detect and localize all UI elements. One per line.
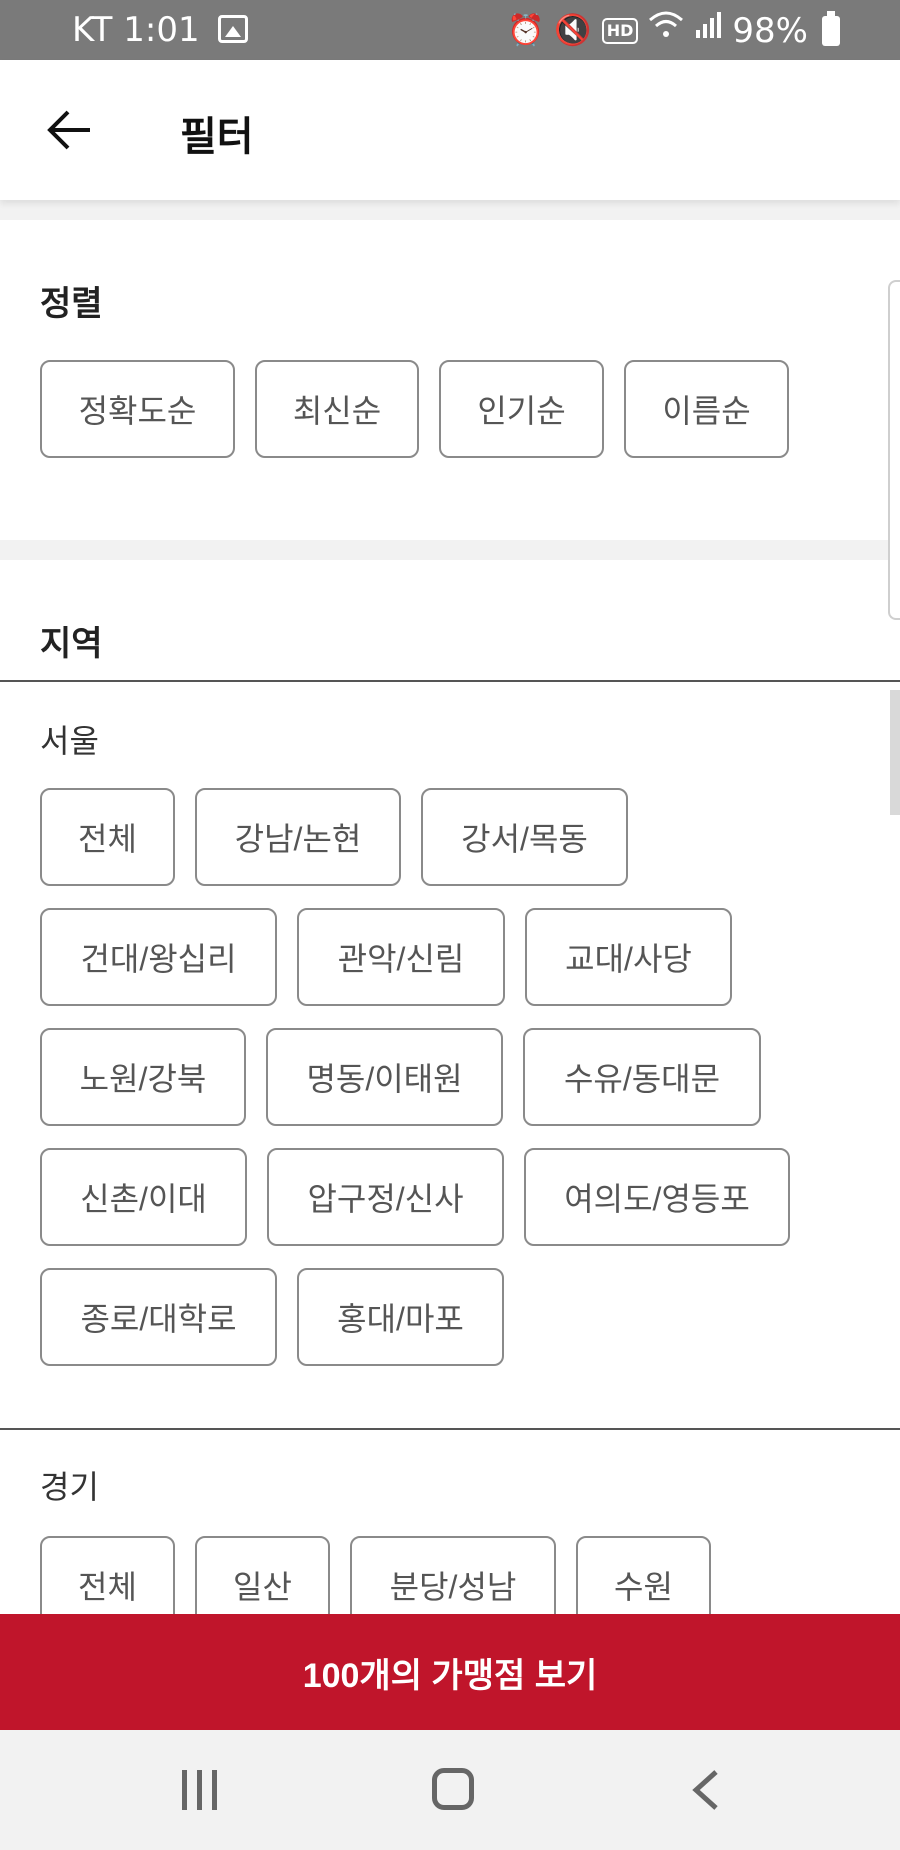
battery-percent: 98% bbox=[732, 10, 808, 51]
region-section-title: 지역 bbox=[40, 624, 103, 664]
section-gap bbox=[0, 540, 900, 560]
seoul-chip-yeouido[interactable]: 여의도/영등포 bbox=[524, 1148, 790, 1246]
carrier-time: KT 1:01 bbox=[72, 10, 200, 50]
seoul-chip-gangnam[interactable]: 강남/논현 bbox=[195, 788, 401, 886]
hd-voice-icon: HD bbox=[601, 17, 639, 44]
seoul-chip-jongno[interactable]: 종로/대학로 bbox=[40, 1268, 277, 1366]
recent-apps-icon[interactable] bbox=[182, 1770, 222, 1810]
home-icon[interactable] bbox=[432, 1768, 474, 1810]
scrollbar-track bbox=[890, 690, 900, 815]
back-arrow-icon[interactable] bbox=[44, 104, 96, 156]
section-gap bbox=[0, 200, 900, 220]
status-bar: KT 1:01 ⏰ 🔇 HD 98% bbox=[0, 0, 900, 60]
status-icons: ⏰ 🔇 HD 98% bbox=[507, 10, 840, 51]
system-nav-bar bbox=[0, 1730, 900, 1850]
mute-icon: 🔇 bbox=[554, 12, 592, 48]
seoul-chip-kondae[interactable]: 건대/왕십리 bbox=[40, 908, 277, 1006]
seoul-subtitle: 서울 bbox=[40, 722, 99, 760]
gallery-notification-icon bbox=[218, 15, 248, 43]
seoul-chip-sinchon[interactable]: 신촌/이대 bbox=[40, 1148, 247, 1246]
seoul-chip-myeongdong[interactable]: 명동/이태원 bbox=[266, 1028, 503, 1126]
scrollbar-thumb[interactable] bbox=[888, 280, 900, 620]
seoul-chip-suyu[interactable]: 수유/동대문 bbox=[523, 1028, 761, 1126]
page-title: 필터 bbox=[180, 114, 254, 160]
seoul-chip-hongdae[interactable]: 홍대/마포 bbox=[297, 1268, 504, 1366]
seoul-chip-gwanak[interactable]: 관악/신림 bbox=[297, 908, 505, 1006]
sort-chip-name[interactable]: 이름순 bbox=[624, 360, 789, 458]
wifi-icon bbox=[648, 10, 684, 51]
region-divider bbox=[0, 680, 900, 682]
sort-section-title: 정렬 bbox=[40, 284, 103, 324]
seoul-chip-gangseo[interactable]: 강서/목동 bbox=[421, 788, 628, 886]
seoul-chip-apgujeong[interactable]: 압구정/신사 bbox=[267, 1148, 504, 1246]
gyeonggi-divider bbox=[0, 1428, 900, 1430]
app-bar: 필터 bbox=[0, 60, 900, 200]
seoul-chip-nowon[interactable]: 노원/강북 bbox=[40, 1028, 246, 1126]
view-stores-button[interactable]: 100개의 가맹점 보기 bbox=[0, 1614, 900, 1730]
gyeonggi-subtitle: 경기 bbox=[40, 1468, 99, 1506]
sort-chip-popular[interactable]: 인기순 bbox=[439, 360, 604, 458]
seoul-chip-kyodae[interactable]: 교대/사당 bbox=[525, 908, 732, 1006]
sort-chip-accuracy[interactable]: 정확도순 bbox=[40, 360, 235, 458]
battery-icon bbox=[822, 10, 840, 46]
signal-icon bbox=[694, 10, 722, 51]
alarm-icon: ⏰ bbox=[507, 12, 545, 48]
system-back-icon[interactable] bbox=[688, 1766, 724, 1814]
seoul-chip-all[interactable]: 전체 bbox=[40, 788, 175, 886]
sort-chip-latest[interactable]: 최신순 bbox=[255, 360, 419, 458]
